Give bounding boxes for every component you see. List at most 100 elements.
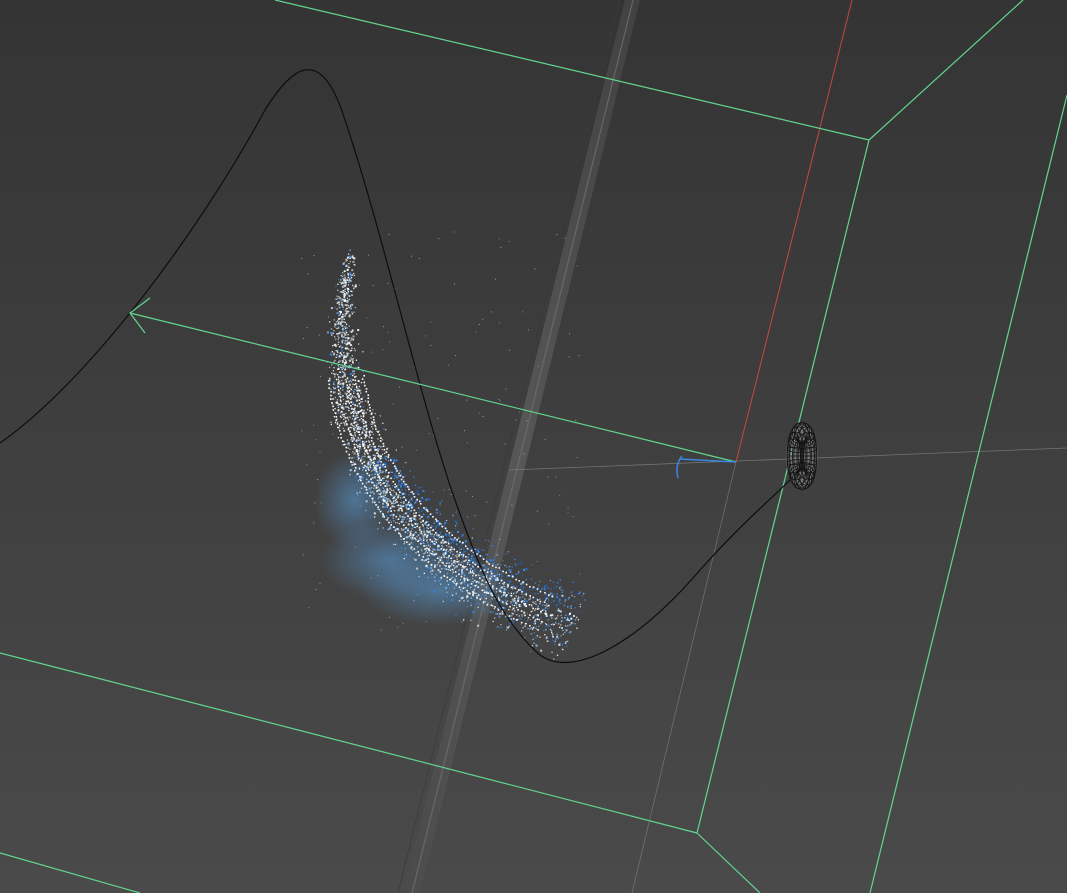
particle <box>382 487 385 489</box>
particle <box>353 264 355 266</box>
particle <box>576 627 578 629</box>
particle <box>565 645 568 647</box>
particle-outlier <box>417 594 419 596</box>
particle <box>454 554 457 557</box>
particle-outlier <box>402 622 404 624</box>
particle <box>571 623 573 625</box>
particle <box>534 620 536 622</box>
particle <box>532 601 534 603</box>
particle <box>366 434 368 436</box>
torus-wireframe-icon[interactable] <box>786 421 818 491</box>
particle <box>371 426 373 428</box>
particle <box>363 473 365 475</box>
particle-outlier <box>377 575 379 577</box>
particle <box>470 568 472 570</box>
particle-streak <box>366 492 369 494</box>
particle <box>372 409 374 411</box>
particle-streak <box>387 454 390 456</box>
particle <box>423 539 425 542</box>
3d-viewport[interactable] <box>0 0 1067 893</box>
particle <box>394 528 397 530</box>
particle <box>388 509 390 511</box>
particle <box>386 483 388 485</box>
particle <box>334 306 336 309</box>
particle-streak <box>529 586 531 588</box>
particle <box>515 604 517 607</box>
particle-streak <box>532 626 535 629</box>
particle <box>445 540 448 542</box>
particle <box>551 633 554 635</box>
particle <box>550 588 552 590</box>
particle <box>496 574 498 577</box>
particle <box>356 492 358 494</box>
particle-streak <box>339 403 341 406</box>
particle <box>350 364 352 366</box>
particle <box>552 593 554 595</box>
particle <box>395 518 397 521</box>
particle <box>481 556 483 558</box>
particle <box>354 435 357 437</box>
particle <box>423 538 425 540</box>
particle <box>429 571 432 573</box>
particle-streak <box>448 555 450 557</box>
particle <box>547 624 550 627</box>
particle <box>405 498 407 500</box>
particle <box>344 368 347 371</box>
particle <box>545 597 548 600</box>
particle <box>500 599 503 602</box>
particle <box>386 447 389 450</box>
particle-streak <box>400 521 403 523</box>
particle <box>362 396 364 398</box>
particle-streak <box>383 448 386 451</box>
particle <box>356 405 358 407</box>
particle-streak <box>438 522 441 525</box>
particle <box>350 378 353 380</box>
particle <box>340 322 342 324</box>
particle-streak <box>366 472 369 475</box>
particle <box>445 587 447 589</box>
particle <box>402 502 405 504</box>
particle-streak <box>474 563 477 566</box>
particle <box>405 474 407 477</box>
particle <box>511 615 513 617</box>
particle-streak <box>441 525 443 528</box>
particle <box>536 615 538 618</box>
particle <box>363 425 365 428</box>
particle <box>456 558 458 560</box>
particle <box>446 572 449 575</box>
particle <box>337 378 340 381</box>
particle <box>416 535 418 538</box>
particle-outlier <box>539 580 541 582</box>
particle <box>349 344 352 346</box>
particle <box>499 584 501 587</box>
particle <box>447 559 449 561</box>
particle <box>357 329 360 331</box>
particle-streak <box>340 433 342 435</box>
particle <box>420 497 422 499</box>
particle <box>525 579 527 581</box>
particle <box>472 590 475 593</box>
particle <box>419 509 421 511</box>
particle <box>461 569 464 571</box>
particle-streak <box>512 575 514 578</box>
particle <box>350 423 352 425</box>
particle-streak <box>362 412 364 414</box>
particle <box>365 435 367 438</box>
particle <box>510 618 512 620</box>
particle <box>440 523 442 525</box>
particle <box>461 534 464 537</box>
particle <box>334 376 336 378</box>
particle <box>351 345 353 348</box>
particle-outlier <box>367 254 369 256</box>
particle <box>431 573 433 575</box>
particle-outlier <box>536 510 538 512</box>
viewport-scene[interactable] <box>0 0 1067 893</box>
particle <box>382 422 384 424</box>
particle <box>354 349 356 352</box>
particle <box>418 511 420 513</box>
particle-outlier <box>459 600 461 602</box>
particle <box>515 592 517 594</box>
particle <box>512 620 514 622</box>
particle-outlier <box>437 418 439 419</box>
particle <box>474 588 476 590</box>
